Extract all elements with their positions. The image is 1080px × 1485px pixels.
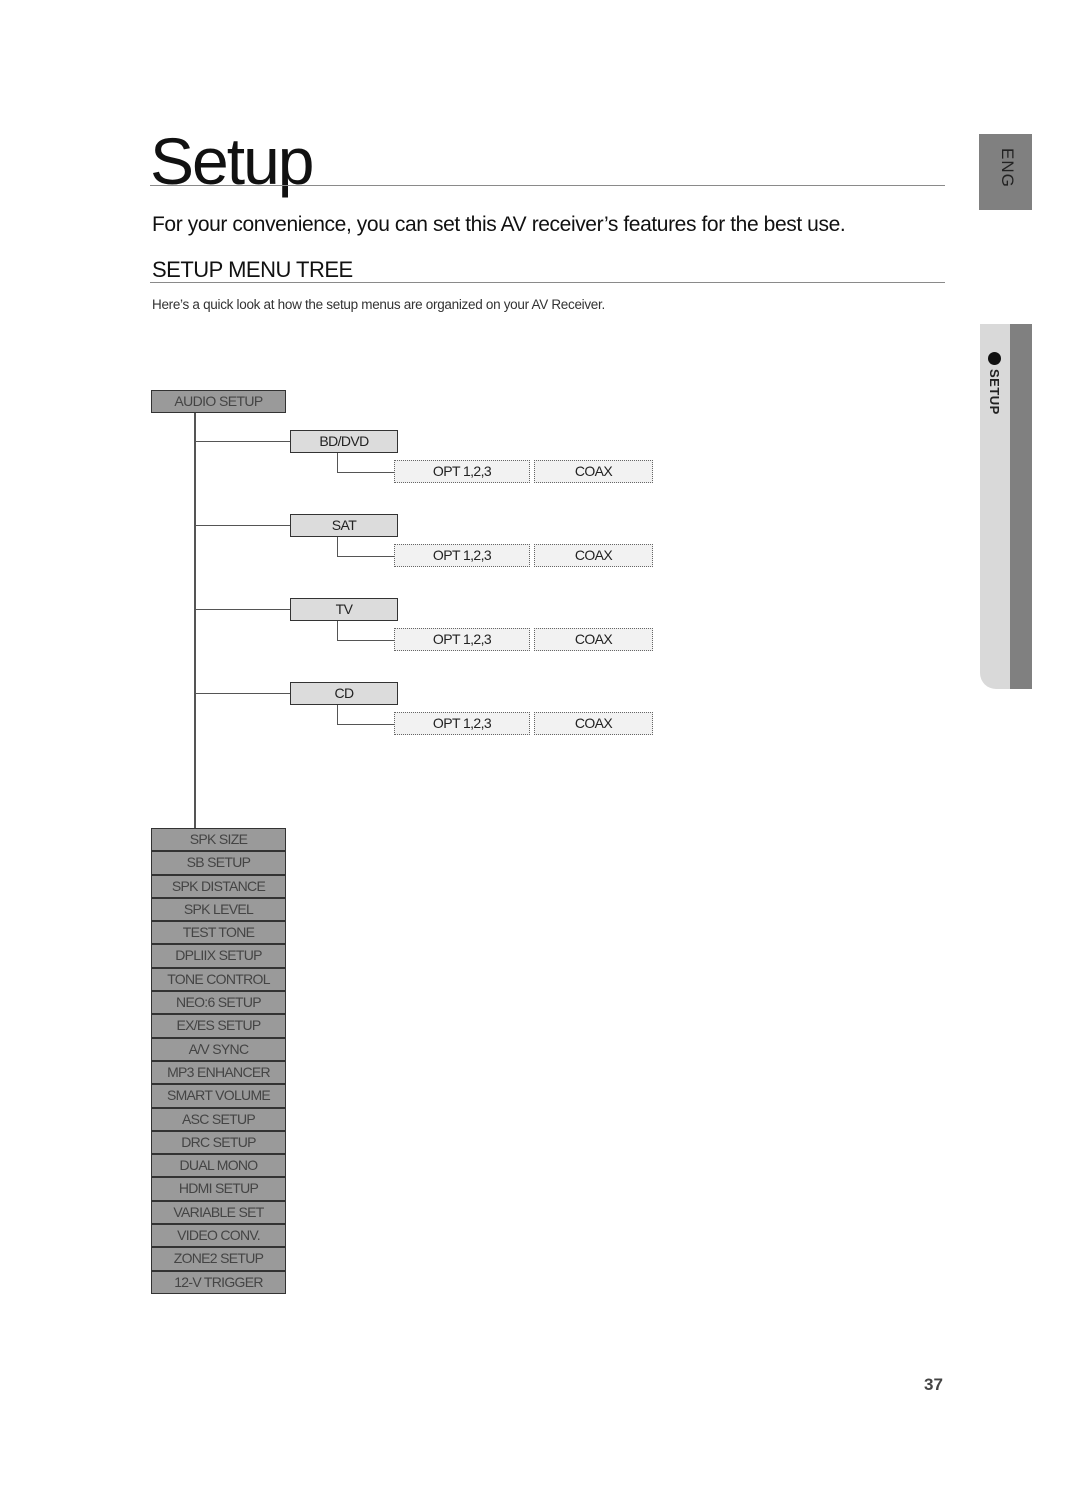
option-connector: [337, 640, 394, 641]
chapter-label: SETUP: [987, 369, 1002, 415]
source-bd-dvd: BD/DVD: [290, 430, 398, 453]
setup-menu-list: SPK SIZE SB SETUP SPK DISTANCE SPK LEVEL TES…: [151, 828, 286, 1294]
option-bd-dvd-opt-1-2-3: OPT 1,2,3: [394, 460, 530, 483]
option-connector: [337, 472, 394, 473]
menu-item-drc-setup: DRC SETUP: [151, 1130, 286, 1155]
option-tv-coax: COAX: [534, 628, 653, 651]
menu-item-smart-volume: SMART VOLUME: [151, 1084, 286, 1108]
menu-item-neo-6-setup: NEO:6 SETUP: [151, 991, 286, 1015]
option-sat-coax: COAX: [534, 544, 653, 567]
option-cd-opt-1-2-3: OPT 1,2,3: [394, 712, 530, 735]
menu-item-dpliix-setup: DPLIIX SETUP: [151, 944, 286, 968]
option-bd-dvd-coax: COAX: [534, 460, 653, 483]
menu-item-variable-set: VARIABLE SET: [151, 1200, 286, 1225]
menu-item-mp3-enhancer: MP3 ENHANCER: [151, 1060, 286, 1085]
tree-trunk-line: [194, 413, 196, 828]
branch-connector: [196, 609, 290, 610]
menu-item-test-tone: TEST TONE: [151, 921, 286, 945]
menu-item-spk-distance: SPK DISTANCE: [151, 874, 286, 898]
branch-connector: [196, 525, 290, 526]
section-divider: [150, 282, 945, 283]
option-connector: [337, 724, 394, 725]
branch-connector: [196, 693, 290, 694]
menu-item-a-v-sync: A/V SYNC: [151, 1037, 286, 1061]
option-connector: [337, 556, 394, 557]
menu-item-dual-mono: DUAL MONO: [151, 1154, 286, 1178]
intro-text: For your convenience, you can set this A…: [152, 213, 846, 236]
source-tv: TV: [290, 598, 398, 621]
option-connector: [337, 453, 338, 472]
option-tv-opt-1-2-3: OPT 1,2,3: [394, 628, 530, 651]
menu-item-spk-size: SPK SIZE: [151, 828, 286, 852]
source-cd: CD: [290, 682, 398, 705]
chapter-tab-dark: [1010, 324, 1032, 689]
menu-item-hdmi-setup: HDMI SETUP: [151, 1177, 286, 1201]
menu-item-zone2-setup: ZONE2 SETUP: [151, 1247, 286, 1271]
section-description: Here’s a quick look at how the setup men…: [152, 297, 605, 312]
option-sat-opt-1-2-3: OPT 1,2,3: [394, 544, 530, 567]
chapter-tab: SETUP: [980, 324, 1032, 689]
option-connector: [337, 537, 338, 556]
menu-item-video-conv: VIDEO CONV.: [151, 1224, 286, 1248]
language-label: ENG: [998, 148, 1017, 188]
menu-item-ex-es-setup: EX/ES SETUP: [151, 1014, 286, 1038]
page-number: 37: [924, 1375, 943, 1394]
option-connector: [337, 621, 338, 640]
language-tab: ENG: [979, 134, 1032, 210]
menu-root-audio-setup: AUDIO SETUP: [151, 390, 286, 413]
branch-connector: [196, 441, 290, 442]
option-cd-coax: COAX: [534, 712, 653, 735]
title-divider: [150, 185, 945, 186]
menu-item-12-v-trigger: 12-V TRIGGER: [151, 1270, 286, 1294]
menu-item-sb-setup: SB SETUP: [151, 851, 286, 875]
menu-item-asc-setup: ASC SETUP: [151, 1107, 286, 1131]
bullet-dot-icon: [988, 352, 1001, 365]
menu-item-tone-control: TONE CONTROL: [151, 967, 286, 992]
source-sat: SAT: [290, 514, 398, 537]
section-heading: SETUP MENU TREE: [152, 257, 353, 282]
option-connector: [337, 705, 338, 724]
menu-item-spk-level: SPK LEVEL: [151, 897, 286, 922]
